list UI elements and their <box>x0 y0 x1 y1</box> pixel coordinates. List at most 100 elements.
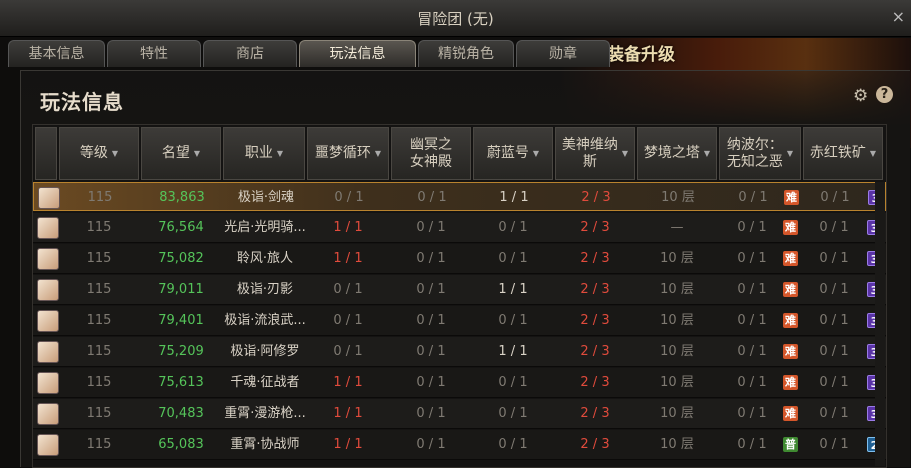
difficulty-badge: 难 <box>783 344 798 359</box>
cell-nightmare: 1 / 1 <box>333 251 363 266</box>
cell-job: 重霄·漫游枪... <box>224 406 306 421</box>
cell-nightmare: 1 / 1 <box>333 375 363 390</box>
cell-iron: 0 / 1 <box>819 437 849 452</box>
cell-job: 极诣·刃影 <box>236 282 294 297</box>
cell-nabol: 0 / 1 <box>737 313 767 328</box>
tab-shop[interactable]: 商店 <box>203 40 297 67</box>
cell-temple: 0 / 1 <box>416 282 446 297</box>
avatar <box>37 341 59 363</box>
cell-fame: 75,209 <box>158 344 204 359</box>
cell-iron: 0 / 1 <box>819 406 849 421</box>
cell-nabol: 0 / 1 <box>737 437 767 452</box>
header-blue[interactable]: 蔚蓝号 ▼ <box>473 127 553 180</box>
header-tower[interactable]: 梦境之塔 ▼ <box>637 127 717 180</box>
header-iron[interactable]: 赤红铁矿 ▼ <box>803 127 883 180</box>
table-row[interactable]: 115 76,564 光启·光明骑... 1 / 1 0 / 1 0 / 1 2 / 3 — 0… <box>33 213 886 243</box>
cell-job: 重霄·协战师 <box>230 437 300 452</box>
cell-blue: 0 / 1 <box>498 437 528 452</box>
cell-blue: 0 / 1 <box>498 251 528 266</box>
scrollbar[interactable] <box>875 182 885 466</box>
cell-nightmare: 1 / 1 <box>333 406 363 421</box>
header-level[interactable]: 等级 ▼ <box>59 127 139 180</box>
table-row[interactable]: 115 65,083 重霄·协战师 1 / 1 0 / 1 0 / 1 2 / 3 10 层 0… <box>33 430 886 460</box>
cell-temple: 0 / 1 <box>416 375 446 390</box>
cell-nightmare: 1 / 1 <box>333 220 363 235</box>
difficulty-badge: 难 <box>783 282 798 297</box>
panel-title: 玩法信息 <box>40 90 124 114</box>
cell-fame: 75,082 <box>158 251 204 266</box>
cell-blue: 0 / 1 <box>498 375 528 390</box>
cell-tower: 10 层 <box>660 251 694 266</box>
cell-venus: 2 / 3 <box>580 282 610 297</box>
cell-tower: 10 层 <box>660 375 694 390</box>
window-title: 冒险团 (无) <box>417 10 494 28</box>
cell-level: 115 <box>86 282 112 297</box>
cell-fame: 79,011 <box>158 282 204 297</box>
header-nabol[interactable]: 纳波尔： 无知之恶 ▼ <box>719 127 801 180</box>
difficulty-badge: 难 <box>784 190 799 205</box>
tab-bar: 基本信息 特性 商店 玩法信息 精锐角色 勋章 <box>8 40 908 68</box>
cell-temple: 0 / 1 <box>416 437 446 452</box>
table-row[interactable]: 115 79,401 极诣·流浪武... 0 / 1 0 / 1 0 / 1 2 / 3 10… <box>33 306 886 336</box>
avatar <box>38 187 60 209</box>
gear-icon[interactable]: ⚙ <box>853 86 868 106</box>
table-row[interactable]: 115 75,082 聆风·旅人 1 / 1 0 / 1 0 / 1 2 / 3 10 层 0 … <box>33 244 886 274</box>
tab-gameplay-info[interactable]: 玩法信息 <box>299 40 416 67</box>
cell-tower: — <box>670 220 684 235</box>
header-fame[interactable]: 名望 ▼ <box>141 127 221 180</box>
cell-blue: 1 / 1 <box>499 190 529 205</box>
cell-venus: 2 / 3 <box>580 344 610 359</box>
cell-job: 聆风·旅人 <box>236 251 294 266</box>
avatar <box>37 310 59 332</box>
cell-blue: 1 / 1 <box>498 282 528 297</box>
cell-iron: 0 / 1 <box>820 190 850 205</box>
cell-nightmare: 0 / 1 <box>333 313 363 328</box>
table-header: 等级 ▼ 名望 ▼ 职业 ▼ 噩梦循环 ▼ 幽冥之 女神殿 蔚蓝号 ▼ 美神维纳 斯 ▼ 梦… <box>33 125 886 182</box>
difficulty-badge: 难 <box>783 220 798 235</box>
cell-nightmare: 0 / 1 <box>334 190 364 205</box>
table-row[interactable]: 115 70,483 重霄·漫游枪... 1 / 1 0 / 1 0 / 1 2 / 3 10… <box>33 399 886 429</box>
close-icon[interactable]: × <box>892 7 905 26</box>
header-nightmare[interactable]: 噩梦循环 ▼ <box>307 127 389 180</box>
tab-traits[interactable]: 特性 <box>107 40 201 67</box>
cell-tower: 10 层 <box>661 190 695 205</box>
cell-venus: 2 / 3 <box>580 375 610 390</box>
tab-elite-characters[interactable]: 精锐角色 <box>418 40 514 67</box>
cell-venus: 2 / 3 <box>580 437 610 452</box>
difficulty-badge: 难 <box>783 313 798 328</box>
cell-iron: 0 / 1 <box>819 313 849 328</box>
cell-iron: 0 / 1 <box>819 220 849 235</box>
cell-tower: 10 层 <box>660 313 694 328</box>
cell-venus: 2 / 3 <box>580 313 610 328</box>
table-row[interactable]: 115 79,011 极诣·刃影 0 / 1 0 / 1 1 / 1 2 / 3 10 层 0 … <box>33 275 886 305</box>
difficulty-badge: 难 <box>783 251 798 266</box>
cell-nabol: 0 / 1 <box>737 375 767 390</box>
cell-venus: 2 / 3 <box>580 406 610 421</box>
cell-fame: 70,483 <box>158 406 204 421</box>
header-job[interactable]: 职业 ▼ <box>223 127 305 180</box>
tab-medals[interactable]: 勋章 <box>516 40 610 67</box>
cell-tower: 10 层 <box>660 437 694 452</box>
table-row[interactable]: 115 75,209 极诣·阿修罗 0 / 1 0 / 1 1 / 1 2 / 3 10 层 0… <box>33 337 886 367</box>
cell-iron: 0 / 1 <box>819 344 849 359</box>
cell-venus: 2 / 3 <box>581 190 611 205</box>
cell-nabol: 0 / 1 <box>737 406 767 421</box>
title-bar: 冒险团 (无) × <box>0 0 911 37</box>
tab-basic-info[interactable]: 基本信息 <box>8 40 105 67</box>
header-venus[interactable]: 美神维纳 斯 ▼ <box>555 127 635 180</box>
cell-job: 极诣·阿修罗 <box>230 344 300 359</box>
cell-fame: 75,613 <box>158 375 204 390</box>
cell-iron: 0 / 1 <box>819 375 849 390</box>
cell-nightmare: 0 / 1 <box>333 344 363 359</box>
table-row[interactable]: 115 75,613 千魂·征战者 1 / 1 0 / 1 0 / 1 2 / 3 10 层 0… <box>33 368 886 398</box>
cell-temple: 0 / 1 <box>416 313 446 328</box>
cell-level: 115 <box>86 313 112 328</box>
help-icon[interactable]: ? <box>876 86 893 103</box>
cell-fame: 65,083 <box>158 437 204 452</box>
cell-venus: 2 / 3 <box>580 251 610 266</box>
cell-temple: 0 / 1 <box>416 251 446 266</box>
cell-blue: 0 / 1 <box>498 220 528 235</box>
table-row[interactable]: 115 83,863 极诣·剑魂 0 / 1 0 / 1 1 / 1 2 / 3 10 层 0 … <box>33 182 886 211</box>
cell-job: 极诣·流浪武... <box>224 313 306 328</box>
header-temple[interactable]: 幽冥之 女神殿 <box>391 127 471 180</box>
